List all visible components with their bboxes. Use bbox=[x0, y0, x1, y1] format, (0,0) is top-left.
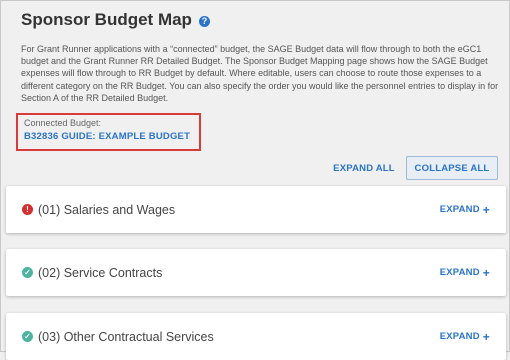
section-other-contractual-services: ✓ (03) Other Contractual Services EXPAND… bbox=[6, 313, 506, 360]
section-header: ! (01) Salaries and Wages bbox=[22, 203, 175, 217]
section-header: ✓ (02) Service Contracts bbox=[22, 266, 162, 280]
collapse-all-button[interactable]: COLLAPSE ALL bbox=[406, 156, 498, 180]
expand-section-button[interactable]: EXPAND + bbox=[439, 202, 490, 217]
expand-label: EXPAND bbox=[439, 267, 480, 278]
plus-icon: + bbox=[482, 329, 490, 344]
expand-label: EXPAND bbox=[439, 331, 480, 342]
connected-budget-link[interactable]: B32836 GUIDE: EXAMPLE BUDGET bbox=[24, 131, 193, 142]
section-salaries-and-wages: ! (01) Salaries and Wages EXPAND + bbox=[6, 186, 506, 233]
section-title: (03) Other Contractual Services bbox=[38, 329, 214, 344]
check-circle-icon: ✓ bbox=[22, 331, 33, 342]
title-row: Sponsor Budget Map ? bbox=[21, 10, 210, 30]
connected-budget-box: Connected Budget: B32836 GUIDE: EXAMPLE … bbox=[16, 113, 201, 151]
page-frame: Sponsor Budget Map ? For Grant Runner ap… bbox=[0, 0, 510, 360]
expand-label: EXPAND bbox=[439, 204, 480, 215]
connected-budget-label: Connected Budget: bbox=[24, 118, 102, 128]
expand-section-button[interactable]: EXPAND + bbox=[439, 329, 490, 344]
page-title: Sponsor Budget Map bbox=[21, 10, 192, 29]
check-circle-icon: ✓ bbox=[22, 267, 33, 278]
expand-section-button[interactable]: EXPAND + bbox=[439, 265, 490, 280]
section-header: ✓ (03) Other Contractual Services bbox=[22, 330, 214, 344]
section-service-contracts: ✓ (02) Service Contracts EXPAND + bbox=[6, 249, 506, 296]
page-description: For Grant Runner applications with a “co… bbox=[21, 44, 499, 103]
expand-all-button[interactable]: EXPAND ALL bbox=[327, 156, 401, 180]
section-title: (01) Salaries and Wages bbox=[38, 202, 176, 217]
help-icon[interactable]: ? bbox=[198, 15, 210, 27]
section-title: (02) Service Contracts bbox=[38, 265, 163, 280]
error-icon: ! bbox=[22, 204, 33, 215]
plus-icon: + bbox=[482, 202, 490, 217]
plus-icon: + bbox=[482, 265, 490, 280]
